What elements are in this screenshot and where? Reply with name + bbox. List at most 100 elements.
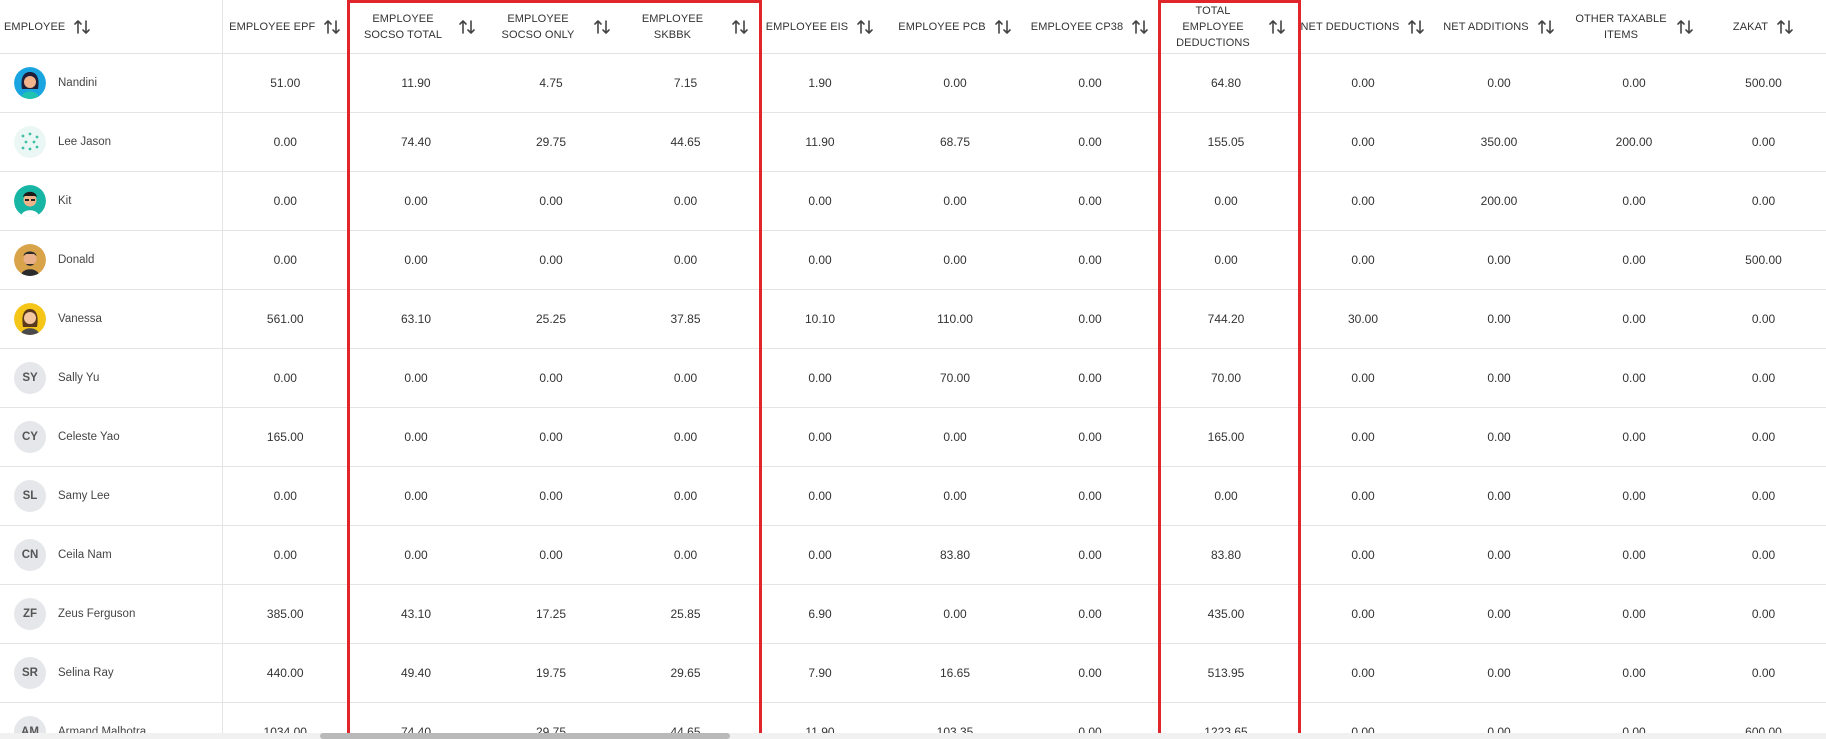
cell-socso-total: 74.40 xyxy=(348,702,484,733)
cell-net-additions: 0.00 xyxy=(1431,348,1567,408)
table-row[interactable]: SY Sally Yu 0.00 0.00 0.00 0.00 0.00 70.00 0.00 7… xyxy=(0,348,1826,408)
column-header-zakat[interactable]: ZAKAT xyxy=(1701,0,1826,54)
employee-cell[interactable]: Lee Jason xyxy=(0,112,223,172)
employee-cell[interactable]: CN Ceila Nam xyxy=(0,525,223,585)
employee-name[interactable]: Vanessa xyxy=(58,313,102,325)
column-header-label: EMPLOYEE SKBBK xyxy=(641,12,704,41)
cell-socso-only: 0.00 xyxy=(484,348,618,408)
column-header-label: EMPLOYEE EIS xyxy=(765,20,849,33)
cell-net-additions: 0.00 xyxy=(1431,289,1567,349)
table-row[interactable]: Nandini 51.00 11.90 4.75 7.15 1.90 0.00 0.00 64.… xyxy=(0,53,1826,113)
employee-name[interactable]: Donald xyxy=(58,254,94,266)
column-header-other-taxable[interactable]: OTHER TAXABLE ITEMS xyxy=(1567,0,1701,54)
column-header-total-deductions[interactable]: TOTAL EMPLOYEE DEDUCTIONS xyxy=(1157,0,1295,54)
table-row[interactable]: ZF Zeus Ferguson 385.00 43.10 17.25 25.85 6.90… xyxy=(0,584,1826,644)
cell-other-taxable: 0.00 xyxy=(1567,466,1701,526)
cell-net-additions: 0.00 xyxy=(1431,525,1567,585)
cell-pcb: 70.00 xyxy=(887,348,1023,408)
cell-net-additions: 0.00 xyxy=(1431,407,1567,467)
cell-total-deductions: 1223.65 xyxy=(1157,702,1295,733)
cell-zakat: 0.00 xyxy=(1701,466,1826,526)
sort-arrows-icon[interactable] xyxy=(458,18,476,36)
sort-arrows-icon[interactable] xyxy=(1776,18,1794,36)
employee-name[interactable]: Zeus Ferguson xyxy=(58,608,135,620)
column-header-socso-only[interactable]: EMPLOYEE SOCSO ONLY xyxy=(484,0,618,54)
cell-total-deductions: 165.00 xyxy=(1157,407,1295,467)
cell-skbbk: 0.00 xyxy=(618,171,753,231)
column-header-employee[interactable]: EMPLOYEE xyxy=(0,0,223,54)
column-header-pcb[interactable]: EMPLOYEE PCB xyxy=(887,0,1023,54)
employee-name[interactable]: Armand Malhotra xyxy=(58,726,146,733)
sort-arrows-icon[interactable] xyxy=(73,18,91,36)
column-header-content: TOTAL EMPLOYEE DEDUCTIONS xyxy=(1161,3,1291,51)
column-header-skbbk[interactable]: EMPLOYEE SKBBK xyxy=(618,0,753,54)
sort-arrows-icon[interactable] xyxy=(731,18,749,36)
table-row[interactable]: CN Ceila Nam 0.00 0.00 0.00 0.00 0.00 83.80 0.00… xyxy=(0,525,1826,585)
column-header-net-additions[interactable]: NET ADDITIONS xyxy=(1431,0,1567,54)
cell-socso-only: 29.75 xyxy=(484,702,618,733)
cell-total-deductions: 70.00 xyxy=(1157,348,1295,408)
sort-arrows-icon[interactable] xyxy=(1407,18,1425,36)
employee-cell[interactable]: CY Celeste Yao xyxy=(0,407,223,467)
sort-arrows-icon[interactable] xyxy=(323,18,341,36)
table-row[interactable]: SR Selina Ray 440.00 49.40 19.75 29.65 7.90 16.… xyxy=(0,643,1826,703)
employee-name[interactable]: Nandini xyxy=(58,77,97,89)
cell-pcb: 0.00 xyxy=(887,584,1023,644)
horizontal-scrollbar[interactable] xyxy=(0,733,1826,739)
sort-arrows-icon[interactable] xyxy=(994,18,1012,36)
employee-name[interactable]: Celeste Yao xyxy=(58,431,120,443)
column-header-net-deductions[interactable]: NET DEDUCTIONS xyxy=(1295,0,1431,54)
employee-name[interactable]: Selina Ray xyxy=(58,667,114,679)
sort-arrows-icon[interactable] xyxy=(1537,18,1555,36)
cell-socso-total: 0.00 xyxy=(348,466,484,526)
column-header-cp38[interactable]: EMPLOYEE CP38 xyxy=(1023,0,1157,54)
cell-cp38: 0.00 xyxy=(1023,53,1157,113)
employee-name[interactable]: Kit xyxy=(58,195,71,207)
table-row[interactable]: AM Armand Malhotra 1034.00 74.40 29.75 44.65 1… xyxy=(0,702,1826,733)
employee-name[interactable]: Samy Lee xyxy=(58,490,110,502)
table-row[interactable]: CY Celeste Yao 165.00 0.00 0.00 0.00 0.00 0.00 0… xyxy=(0,407,1826,467)
employee-cell[interactable]: Vanessa xyxy=(0,289,223,349)
employee-cell[interactable]: SY Sally Yu xyxy=(0,348,223,408)
cell-zakat: 500.00 xyxy=(1701,53,1826,113)
employee-cell[interactable]: Kit xyxy=(0,171,223,231)
cell-other-taxable: 0.00 xyxy=(1567,643,1701,703)
employee-name[interactable]: Lee Jason xyxy=(58,136,111,148)
sort-arrows-icon[interactable] xyxy=(1131,18,1149,36)
sort-arrows-icon[interactable] xyxy=(856,18,874,36)
cell-socso-total: 63.10 xyxy=(348,289,484,349)
table-row[interactable]: Kit 0.00 0.00 0.00 0.00 0.00 0.00 0.00 0.00 0.00 2… xyxy=(0,171,1826,231)
cell-zakat: 0.00 xyxy=(1701,171,1826,231)
cell-net-deductions: 0.00 xyxy=(1295,407,1431,467)
table-row[interactable]: Vanessa 561.00 63.10 25.25 37.85 10.10 110.00 0… xyxy=(0,289,1826,349)
employee-cell[interactable]: ZF Zeus Ferguson xyxy=(0,584,223,644)
column-header-epf[interactable]: EMPLOYEE EPF xyxy=(222,0,348,54)
cell-socso-total: 0.00 xyxy=(348,230,484,290)
column-header-content: OTHER TAXABLE ITEMS xyxy=(1571,11,1697,43)
employee-cell[interactable]: SR Selina Ray xyxy=(0,643,223,703)
cell-skbbk: 0.00 xyxy=(618,525,753,585)
sort-arrows-icon[interactable] xyxy=(1268,18,1286,36)
employee-name[interactable]: Ceila Nam xyxy=(58,549,112,561)
cell-eis: 6.90 xyxy=(753,584,887,644)
employee-cell[interactable]: SL Samy Lee xyxy=(0,466,223,526)
cell-skbbk: 0.00 xyxy=(618,230,753,290)
table-row[interactable]: Donald 0.00 0.00 0.00 0.00 0.00 0.00 0.00 0.00 0.… xyxy=(0,230,1826,290)
horizontal-scrollbar-thumb[interactable] xyxy=(320,733,730,739)
column-header-eis[interactable]: EMPLOYEE EIS xyxy=(753,0,887,54)
sort-arrows-icon[interactable] xyxy=(1676,18,1694,36)
column-header-content: EMPLOYEE EPF xyxy=(227,18,345,36)
column-header-socso-total[interactable]: EMPLOYEE SOCSO TOTAL xyxy=(348,0,484,54)
sort-arrows-icon[interactable] xyxy=(593,18,611,36)
employee-cell-content: Donald xyxy=(14,244,218,276)
table-row[interactable]: Lee Jason 0.00 74.40 29.75 44.65 11.90 68.75 0.… xyxy=(0,112,1826,172)
employee-cell[interactable]: Donald xyxy=(0,230,223,290)
employee-cell[interactable]: Nandini xyxy=(0,53,223,113)
employee-cell[interactable]: AM Armand Malhotra xyxy=(0,702,223,733)
cell-other-taxable: 0.00 xyxy=(1567,584,1701,644)
employee-cell-content: Nandini xyxy=(14,67,218,99)
employee-name[interactable]: Sally Yu xyxy=(58,372,99,384)
table-row[interactable]: SL Samy Lee 0.00 0.00 0.00 0.00 0.00 0.00 0.00 0.… xyxy=(0,466,1826,526)
column-header-label: EMPLOYEE xyxy=(4,20,66,33)
cell-epf: 440.00 xyxy=(222,643,348,703)
